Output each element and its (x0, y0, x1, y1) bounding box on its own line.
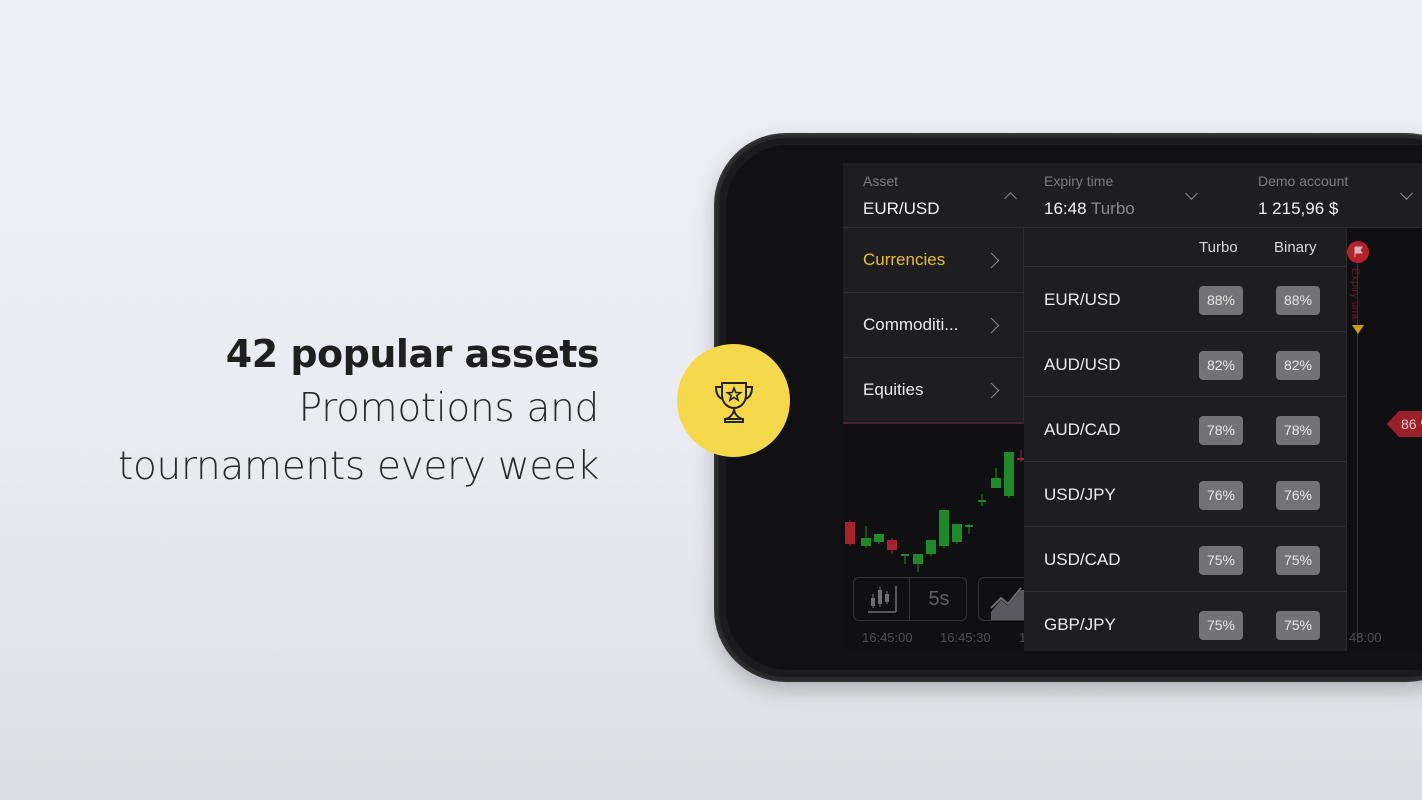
candle-up (913, 554, 923, 572)
trophy-badge (677, 344, 790, 457)
candle-up (861, 526, 871, 548)
category-item-commodities[interactable]: Commoditi... (843, 293, 1023, 358)
current-time-marker (1352, 325, 1364, 334)
asset-name: EUR/USD (1044, 290, 1121, 309)
asset-label: Asset (863, 173, 899, 189)
chart-type-interval-control: 5s (853, 577, 967, 621)
turbo-payout-badge: 75% (1199, 546, 1243, 575)
asset-name: USD/CAD (1044, 550, 1121, 569)
expiry-time: 16:48 (1044, 199, 1087, 218)
category-item-currencies[interactable]: Currencies (843, 228, 1023, 293)
promo-text: 42 popular assets Promotions and tournam… (118, 328, 600, 496)
turbo-payout-badge: 78% (1199, 416, 1243, 445)
asset-value: EUR/USD (863, 199, 940, 218)
expiry-label: Expiry time (1044, 173, 1114, 189)
category-label: Equities (863, 380, 924, 399)
account-balance: 1 215,96 $ (1258, 199, 1339, 218)
promo-line-1: Promotions and (298, 386, 600, 431)
candle-up (952, 524, 962, 544)
candle-up (874, 534, 884, 544)
line-chart-icon (990, 587, 1025, 620)
expiry-line-label: Expiry time (1349, 268, 1361, 323)
asset-rows: EUR/USD 88% 88% AUD/USD 82% 82% AUD/CAD 78% 78% U… (1024, 267, 1346, 651)
promo-line-2: tournaments every week (118, 444, 599, 489)
category-label: Commoditi... (863, 315, 959, 334)
asset-name: GBP/JPY (1044, 615, 1116, 634)
asset-name: USD/JPY (1044, 485, 1116, 504)
candle-up (965, 524, 973, 534)
asset-row[interactable]: AUD/USD 82% 82% (1024, 332, 1346, 397)
asset-row[interactable]: USD/CAD 75% 75% (1024, 527, 1346, 592)
payout-tag: 86 % (1387, 411, 1422, 437)
flag-icon (1354, 246, 1363, 257)
asset-row[interactable]: AUD/CAD 78% 78% (1024, 397, 1346, 462)
candle-up (939, 510, 949, 548)
candle-up (1004, 452, 1014, 498)
chevron-right-icon (983, 317, 1000, 334)
candle-up (991, 468, 1001, 488)
binary-column-header: Binary (1274, 239, 1317, 256)
chevron-up-icon (1004, 192, 1017, 205)
binary-payout-badge: 75% (1276, 611, 1320, 640)
trophy-icon (714, 381, 753, 423)
asset-table-header: Turbo Binary (1024, 228, 1346, 267)
promo-headline: 42 popular assets (225, 332, 600, 376)
asset-row[interactable]: USD/JPY 76% 76% (1024, 462, 1346, 527)
time-axis-label: 16:45:30 (940, 630, 991, 645)
expiry-value: 16:48 Turbo (1044, 199, 1135, 219)
candlestick-icon (868, 586, 897, 613)
category-list: Currencies Commoditi... Equities (843, 228, 1024, 423)
category-item-equities[interactable]: Equities (843, 358, 1023, 423)
binary-payout-badge: 76% (1276, 481, 1320, 510)
turbo-payout-badge: 75% (1199, 611, 1243, 640)
asset-name: AUD/CAD (1044, 420, 1121, 439)
chart-type-button[interactable] (854, 578, 910, 620)
turbo-payout-badge: 82% (1199, 351, 1243, 380)
candle-down (845, 520, 855, 546)
binary-payout-badge: 88% (1276, 286, 1320, 315)
binary-payout-badge: 78% (1276, 416, 1320, 445)
time-axis-label: 48:00 (1349, 630, 1382, 645)
account-label: Demo account (1258, 173, 1349, 189)
turbo-payout-badge: 76% (1199, 481, 1243, 510)
asset-name: AUD/USD (1044, 355, 1121, 374)
asset-table: Turbo Binary EUR/USD 88% 88% AUD/USD 82% 82% A… (1024, 228, 1347, 651)
turbo-column-header: Turbo (1199, 239, 1238, 256)
app-screen: Asset EUR/USD Expiry time 16:48 Turbo De… (843, 163, 1422, 651)
interval-button[interactable]: 5s (911, 578, 967, 620)
expiry-mode: Turbo (1090, 199, 1135, 218)
time-axis-label: 16:45:00 (862, 630, 913, 645)
candle-up (926, 540, 936, 556)
asset-row[interactable]: EUR/USD 88% 88% (1024, 267, 1346, 332)
turbo-payout-badge: 88% (1199, 286, 1243, 315)
chevron-down-icon (1185, 187, 1198, 200)
chevron-down-icon (1400, 187, 1413, 200)
account-selector[interactable]: Demo account 1 215,96 $ (1238, 163, 1422, 228)
flag-marker (1347, 241, 1369, 263)
asset-selector[interactable]: Asset EUR/USD (843, 163, 1024, 228)
asset-row[interactable]: GBP/JPY 75% 75% (1024, 592, 1346, 651)
candle-up (978, 494, 986, 506)
candle-down (887, 538, 897, 554)
binary-payout-badge: 75% (1276, 546, 1320, 575)
category-label: Currencies (863, 250, 946, 269)
candle-up (901, 554, 909, 564)
binary-payout-badge: 82% (1276, 351, 1320, 380)
top-bar: Asset EUR/USD Expiry time 16:48 Turbo De… (843, 163, 1422, 228)
chevron-right-icon (983, 382, 1000, 399)
chart-right-area: Expiry time 86 % 48:00 (1347, 228, 1422, 651)
chevron-right-icon (983, 252, 1000, 269)
expiry-selector[interactable]: Expiry time 16:48 Turbo (1024, 163, 1237, 228)
